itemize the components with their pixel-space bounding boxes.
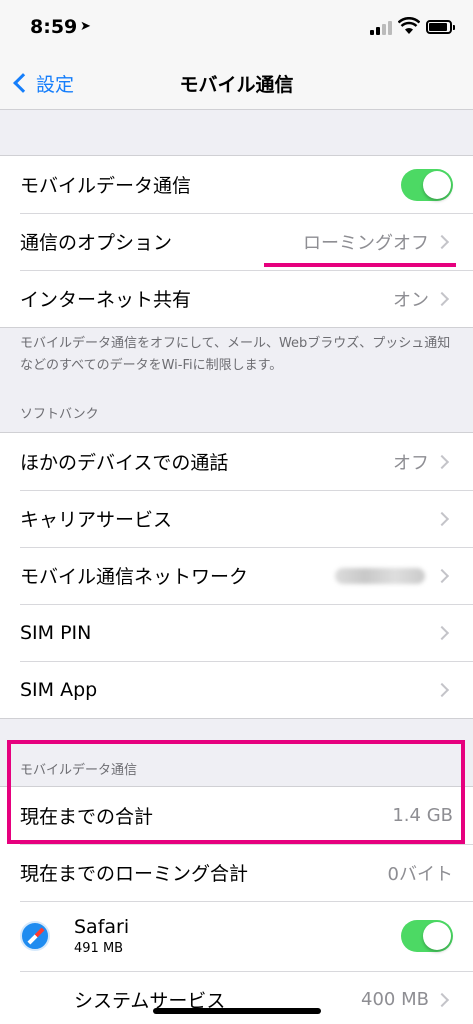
sim-pin-label: SIM PIN [20,621,92,644]
sim-pin-row[interactable]: SIM PIN [0,604,473,661]
other-devices-calls-label: ほかのデバイスでの通話 [20,452,229,474]
chevron-right-icon [434,234,450,249]
safari-info: Safari 491 MB [74,916,401,956]
location-arrow-icon: ➤ [80,19,91,34]
roaming-total-value: 0バイト [387,863,453,885]
data-options-row[interactable]: 通信のオプション ローミングオフ [0,213,473,270]
mobile-data-label: モバイルデータ通信 [20,175,192,197]
status-time: 8:59 [30,16,78,38]
mobile-data-row: モバイルデータ通信 [0,156,473,213]
mobile-data-group: モバイルデータ通信 通信のオプション ローミングオフ インターネット共有 オン [0,155,473,328]
carrier-services-row[interactable]: キャリアサービス [0,490,473,547]
other-devices-calls-value: オフ [393,452,429,474]
chevron-right-icon [434,682,450,697]
roaming-total-label: 現在までのローミング合計 [20,863,249,885]
highlight-underline [264,263,456,267]
safari-name: Safari [74,916,130,938]
battery-icon [426,20,455,34]
safari-usage: 491 MB [74,941,124,956]
mobile-data-toggle[interactable] [401,168,453,201]
sim-app-row[interactable]: SIM App [0,661,473,718]
navigation-bar: 設定 モバイル通信 [0,56,473,110]
carrier-services-label: キャリアサービス [20,509,173,531]
chevron-right-icon [434,291,450,306]
data-options-label: 通信のオプション [20,232,173,254]
blurred-network-value [335,567,425,584]
chevron-right-icon [434,454,450,469]
system-services-row[interactable]: システムサービス 400 MB [0,971,473,1024]
system-services-value: 400 MB [361,989,429,1010]
other-devices-calls-row[interactable]: ほかのデバイスでの通話 オフ [0,433,473,490]
carrier-group: ほかのデバイスでの通話 オフ キャリアサービス モバイル通信ネットワーク SIM… [0,432,473,719]
cellular-signal-icon [370,21,392,35]
safari-toggle[interactable] [401,920,453,952]
carrier-section-header: ソフトバンク [20,407,99,422]
roaming-total-row: 現在までのローミング合計 0バイト [0,844,473,901]
chevron-right-icon [434,511,450,526]
chevron-right-icon [434,568,450,583]
page-title: モバイル通信 [179,74,294,96]
personal-hotspot-value: オン [393,289,429,311]
chevron-right-icon [434,625,450,640]
personal-hotspot-label: インターネット共有 [20,289,192,311]
highlight-box [7,740,465,844]
data-options-value: ローミングオフ [303,232,429,254]
wifi-icon [398,17,420,34]
safari-row: Safari 491 MB [0,901,473,971]
cellular-network-row[interactable]: モバイル通信ネットワーク [0,547,473,604]
cellular-network-label: モバイル通信ネットワーク [20,566,249,588]
status-bar: 8:59 ➤ [0,0,473,56]
mobile-data-footer: モバイルデータ通信をオフにして、メール、Webブラウズ、プッシュ通知などのすべて… [20,336,451,373]
sim-app-label: SIM App [20,678,98,701]
home-indicator [153,1008,321,1014]
chevron-right-icon [434,992,450,1007]
safari-icon [20,921,50,951]
personal-hotspot-row[interactable]: インターネット共有 オン [0,270,473,327]
